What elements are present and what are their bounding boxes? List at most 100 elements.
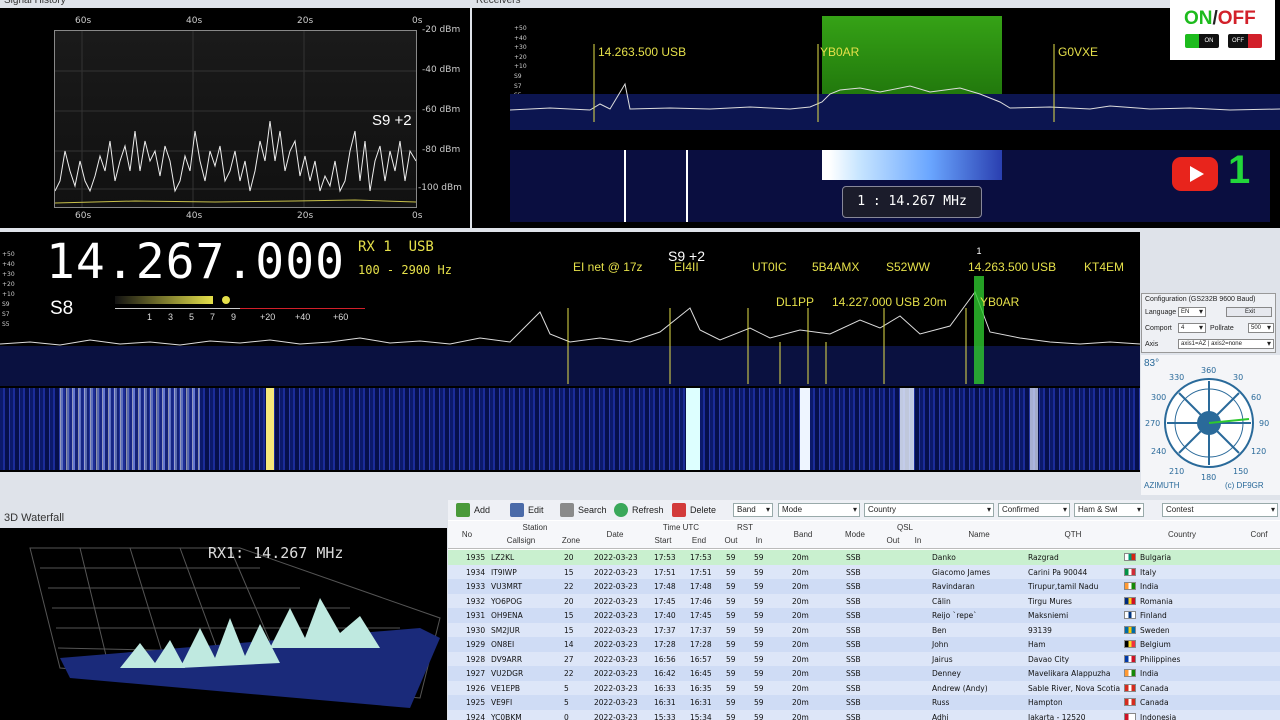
table-row[interactable]: 1935 LZ2KL 20 2022-03-23 17:53 17:53 59 59 20m SS…: [448, 550, 1280, 565]
spot-marker[interactable]: G0VXE: [1058, 45, 1098, 59]
header-date[interactable]: Date: [586, 529, 644, 541]
cell-call: OH9ENA: [491, 611, 523, 620]
cell-date: 2022-03-23: [594, 698, 638, 707]
band-filter[interactable]: Band: [733, 503, 773, 517]
logbook-panel: Add Edit Search Refresh Delete Band Mode…: [448, 500, 1280, 720]
header-qth[interactable]: QTH: [1026, 529, 1120, 541]
confirmed-filter[interactable]: Confirmed: [998, 503, 1070, 517]
header-conf[interactable]: Conf: [1244, 529, 1274, 541]
spot-marker[interactable]: 14.227.000 USB 20m: [832, 295, 947, 309]
cell-no: 1932: [466, 596, 486, 606]
table-row[interactable]: 1926 VE1EPB 5 2022-03-23 16:33 16:35 59 59 20m SS…: [448, 680, 1280, 695]
spot-marker[interactable]: DL1PP: [776, 295, 814, 309]
contest-filter[interactable]: Contest: [1162, 503, 1278, 517]
cell-name: Ravindaran: [932, 582, 975, 591]
header-end[interactable]: End: [682, 535, 716, 547]
waterfall-carrier: [624, 150, 626, 222]
table-row[interactable]: 1925 VE9FI 5 2022-03-23 16:31 16:31 59 59 20m SSB…: [448, 695, 1280, 710]
cell-qth: Mavelikara Alappuzha: [1028, 669, 1111, 678]
header-qsl-out[interactable]: Out: [880, 535, 906, 547]
cell-call: DV9ARR: [491, 654, 523, 664]
language-select[interactable]: EN: [1178, 307, 1206, 317]
table-row[interactable]: 1934 IT9IWP 15 2022-03-23 17:51 17:51 59 59 20m S…: [448, 564, 1280, 579]
table-row[interactable]: 1931 OH9ENA 15 2022-03-23 17:40 17:45 59 59 20m S…: [448, 608, 1280, 623]
spot-marker[interactable]: KT4EM: [1084, 260, 1124, 274]
receivers-title: Receivers: [472, 0, 1172, 8]
cell-zone: 5: [564, 683, 569, 693]
time-tick-bottom: 20s: [297, 211, 314, 221]
spot-marker[interactable]: EI4II: [674, 260, 699, 274]
axis-select[interactable]: axis1=AZ | axis2=none: [1178, 339, 1274, 349]
country-filter[interactable]: Country: [864, 503, 994, 517]
language-label: Language: [1145, 309, 1177, 316]
header-name[interactable]: Name: [932, 529, 1026, 541]
header-start[interactable]: Start: [646, 535, 680, 547]
table-row[interactable]: 1930 SM2JUR 15 2022-03-23 17:37 17:37 59 59 20m S…: [448, 622, 1280, 637]
on-switch[interactable]: ON: [1185, 34, 1219, 48]
cell-country: Sweden: [1140, 625, 1170, 635]
table-row[interactable]: 1929 ON8EI 14 2022-03-23 17:28 17:28 59 59 20m SS…: [448, 637, 1280, 652]
refresh-button[interactable]: Refresh: [614, 503, 664, 517]
pollrate-select[interactable]: 500: [1248, 323, 1274, 333]
spot-marker[interactable]: EI net @ 17z: [573, 260, 643, 274]
table-row[interactable]: 1928 DV9ARR 27 2022-03-23 16:56 16:57 59 59 20m S…: [448, 651, 1280, 666]
config-title: Configuration (GS232B 9600 Baud): [1145, 296, 1256, 303]
signal-s-reading: S9 +2: [372, 112, 412, 129]
main-waterfall[interactable]: [0, 388, 1140, 470]
azimuth-compass[interactable]: 83° 360 30 60 90 120 150 180 210 240 270…: [1141, 355, 1280, 495]
on-off-widget: ON/OFF ON OFF: [1170, 0, 1275, 60]
spot-marker[interactable]: 5B4AMX: [812, 260, 859, 274]
country-flag-icon: [1124, 683, 1136, 692]
cell-date: 2022-03-23: [594, 640, 638, 649]
spot-marker[interactable]: UT0IC: [752, 260, 787, 274]
table-row[interactable]: 1932 YO6POG 20 2022-03-23 17:45 17:46 59 59 20m S…: [448, 593, 1280, 608]
cell-band: 20m: [792, 640, 809, 649]
cell-no: 1929: [466, 640, 486, 649]
table-row[interactable]: 1933 VU3MRT 22 2022-03-23 17:48 17:48 59 59 20m S…: [448, 579, 1280, 594]
cell-out: 59: [726, 611, 736, 620]
compass-degree: 120: [1251, 447, 1267, 456]
cell-in: 59: [754, 698, 764, 707]
cell-date: 2022-03-23: [594, 567, 638, 577]
spot-marker[interactable]: YB0AR: [820, 45, 859, 59]
header-rst-in[interactable]: In: [746, 535, 772, 547]
mode-filter[interactable]: Mode: [778, 503, 860, 517]
header-no[interactable]: No: [454, 529, 480, 541]
add-button[interactable]: Add: [456, 503, 490, 517]
table-row[interactable]: 1924 YC0BKM 0 2022-03-23 15:33 15:34 59 59 20m SS…: [448, 709, 1280, 720]
cell-country: India: [1140, 582, 1159, 591]
off-label: OFF: [1217, 8, 1256, 29]
search-button[interactable]: Search: [560, 503, 607, 517]
compass-degree: 240: [1151, 447, 1167, 456]
header-country[interactable]: Country: [1122, 529, 1242, 541]
delete-button[interactable]: Delete: [672, 503, 716, 517]
header-station: Station: [522, 523, 548, 532]
on-off-logo: ON/OFF: [1184, 8, 1256, 30]
header-callsign[interactable]: Callsign: [486, 535, 556, 547]
off-switch[interactable]: OFF: [1228, 34, 1262, 48]
header-mode[interactable]: Mode: [832, 529, 878, 541]
header-qsl-in[interactable]: In: [906, 535, 930, 547]
spot-marker[interactable]: 14.263.500 USB: [598, 45, 686, 59]
edit-button[interactable]: Edit: [510, 503, 544, 517]
table-row[interactable]: 1927 VU2DGR 22 2022-03-23 16:42 16:45 59 59 20m S…: [448, 666, 1280, 681]
header-rst-out[interactable]: Out: [718, 535, 744, 547]
ham-swl-filter[interactable]: Ham & Swl: [1074, 503, 1144, 517]
header-zone[interactable]: Zone: [558, 535, 584, 547]
cell-qth: Razgrad: [1028, 553, 1059, 562]
cell-end: 17:28: [690, 640, 712, 649]
exit-button[interactable]: Exit: [1226, 307, 1272, 317]
spot-marker[interactable]: S52WW: [886, 260, 930, 274]
cell-zone: 14: [564, 640, 574, 649]
comport-select[interactable]: 4: [1178, 323, 1206, 333]
receivers-spectrum[interactable]: [510, 14, 1280, 134]
cell-qth: Carini Pa 90044: [1028, 567, 1088, 577]
spot-marker[interactable]: 14.263.500 USB: [968, 260, 1056, 274]
cell-mode: SSB: [846, 683, 861, 693]
cell-in: 59: [754, 625, 764, 635]
header-band[interactable]: Band: [776, 529, 830, 541]
spot-marker[interactable]: YB0AR: [980, 295, 1019, 309]
main-spectrum[interactable]: [0, 272, 1140, 388]
rx-mode[interactable]: USB: [409, 239, 434, 255]
waterfall-signal: [822, 150, 1002, 180]
